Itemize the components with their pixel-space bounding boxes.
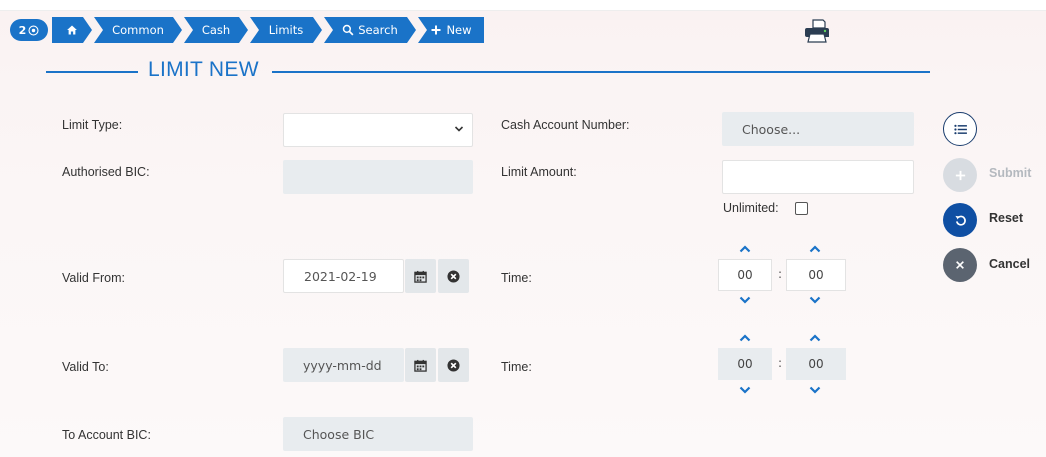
breadcrumb-search[interactable]: Search xyxy=(324,17,416,43)
valid-to-label: Valid To: xyxy=(62,360,109,374)
valid-from-value: 2021-02-19 xyxy=(304,268,377,284)
to-account-bic-label: To Account BIC: xyxy=(62,428,151,442)
valid-from-label: Valid From: xyxy=(62,271,125,285)
breadcrumb-new[interactable]: New xyxy=(418,17,484,43)
breadcrumb-limits[interactable]: Limits xyxy=(250,17,322,43)
open-screens-count: 2 xyxy=(18,23,27,37)
valid-to-minutes-input[interactable]: 00 xyxy=(786,348,846,380)
breadcrumb-common[interactable]: Common xyxy=(94,17,182,43)
hours-down-icon[interactable] xyxy=(739,386,751,394)
breadcrumb-label: Cash xyxy=(201,23,231,37)
minutes-down-icon[interactable] xyxy=(809,296,821,304)
hours-up-icon[interactable] xyxy=(739,334,751,342)
limit-amount-label: Limit Amount: xyxy=(501,165,577,179)
cash-account-number-label: Cash Account Number: xyxy=(501,118,630,132)
clear-icon xyxy=(447,269,460,283)
authorised-bic-label: Authorised BIC: xyxy=(62,165,150,179)
limit-amount-input[interactable] xyxy=(722,160,914,194)
cancel-button[interactable] xyxy=(943,248,977,282)
valid-from-minutes-input[interactable]: 00 xyxy=(786,259,846,291)
chevron-down-icon xyxy=(454,126,464,132)
valid-from-clear-button[interactable] xyxy=(438,259,469,293)
unlimited-checkbox[interactable] xyxy=(795,202,808,215)
valid-from-time-label: Time: xyxy=(501,271,532,285)
open-screens-counter[interactable]: 2 xyxy=(10,19,48,41)
printer-icon[interactable] xyxy=(804,19,830,43)
limit-type-label: Limit Type: xyxy=(62,118,123,132)
title-rule-right xyxy=(272,71,930,73)
minutes-up-icon[interactable] xyxy=(809,245,821,253)
home-icon xyxy=(66,24,78,36)
submit-label[interactable]: Submit xyxy=(989,166,1031,180)
cancel-label[interactable]: Cancel xyxy=(989,257,1030,271)
search-icon xyxy=(342,24,354,36)
hours-down-icon[interactable] xyxy=(739,296,751,304)
cash-account-number-field[interactable]: Choose... xyxy=(722,112,914,146)
valid-from-hours-input[interactable]: 00 xyxy=(718,259,772,291)
title-rule-left xyxy=(46,71,138,73)
breadcrumb-label: New xyxy=(446,23,472,37)
valid-from-date-input[interactable]: 2021-02-19 xyxy=(283,259,404,293)
top-header-strip xyxy=(0,0,1046,11)
limit-type-select[interactable] xyxy=(283,113,473,147)
calendar-icon xyxy=(414,270,427,283)
minutes-up-icon[interactable] xyxy=(809,334,821,342)
breadcrumb-label: Search xyxy=(358,23,398,37)
breadcrumb-home[interactable] xyxy=(52,17,92,43)
reset-button[interactable] xyxy=(943,203,977,237)
submit-button[interactable] xyxy=(943,158,977,192)
page-title: LIMIT NEW xyxy=(148,58,259,81)
list-button[interactable] xyxy=(943,112,977,146)
clear-icon xyxy=(447,358,460,372)
valid-to-calendar-button[interactable] xyxy=(405,348,436,382)
valid-to-hours-input[interactable]: 00 xyxy=(718,348,772,380)
close-icon xyxy=(956,261,964,269)
valid-to-placeholder: yyyy-mm-dd xyxy=(303,357,382,373)
breadcrumb-label: Common xyxy=(112,23,164,37)
reset-label[interactable]: Reset xyxy=(989,211,1023,225)
valid-to-time-label: Time: xyxy=(501,360,532,374)
plus-icon xyxy=(955,170,965,180)
time-separator: : xyxy=(778,267,783,281)
valid-from-calendar-button[interactable] xyxy=(405,259,436,293)
to-account-bic-placeholder: Choose BIC xyxy=(303,426,375,442)
hours-up-icon[interactable] xyxy=(739,245,751,253)
breadcrumb-cash[interactable]: Cash xyxy=(184,17,248,43)
breadcrumb-label: Limits xyxy=(268,23,304,37)
to-account-bic-field[interactable]: Choose BIC xyxy=(283,417,473,451)
cash-account-number-placeholder: Choose... xyxy=(742,121,801,137)
minutes-down-icon[interactable] xyxy=(809,386,821,394)
calendar-icon xyxy=(414,359,427,372)
valid-to-date-input[interactable]: yyyy-mm-dd xyxy=(283,348,404,382)
plus-icon xyxy=(431,25,441,35)
eye-icon xyxy=(28,24,39,36)
list-icon xyxy=(953,124,967,134)
valid-to-clear-button[interactable] xyxy=(438,348,469,382)
undo-icon xyxy=(954,215,966,226)
authorised-bic-field[interactable] xyxy=(283,160,473,194)
unlimited-label: Unlimited: xyxy=(723,201,779,215)
time-separator: : xyxy=(778,356,783,370)
